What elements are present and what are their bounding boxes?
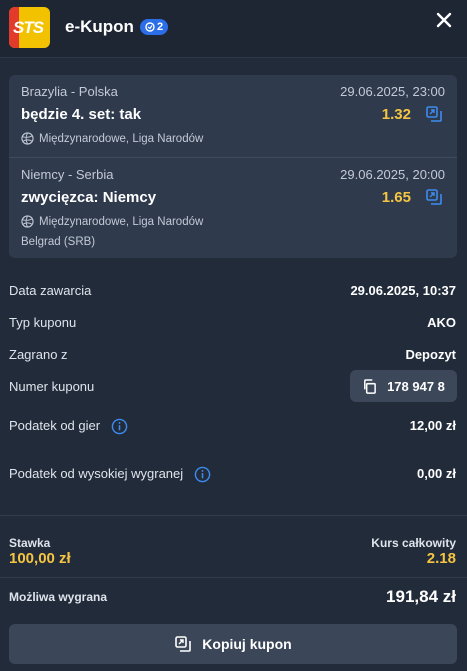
close-icon[interactable] (432, 8, 456, 32)
volleyball-icon (21, 132, 34, 145)
possible-win-value: 191,84 zł (386, 587, 456, 606)
coupon-header: STS e-Kupon 2 (0, 0, 467, 58)
possible-win-label: Możliwa wygrana (9, 590, 108, 604)
open-event-icon[interactable] (425, 188, 443, 206)
events-card: Brazylia - Polska 29.06.2025, 23:00 będz… (9, 75, 457, 258)
event-league: Międzynarodowe, Liga Narodów (21, 132, 203, 145)
copy-coupon-number-button[interactable]: 178 947 8 (350, 370, 457, 402)
event-odds: 1.65 (381, 189, 411, 206)
copy-coupon-label: Kopiuj kupon (202, 636, 292, 652)
volleyball-icon (21, 215, 34, 228)
event-teams: Brazylia - Polska (21, 84, 118, 99)
played-from-value: Depozyt (405, 347, 456, 362)
copy-coupon-button[interactable]: Kopiuj kupon (9, 624, 457, 664)
coupon-number-label: Numer kuponu (9, 379, 95, 394)
event-odds: 1.32 (381, 106, 411, 123)
logo-text: STS (13, 18, 44, 37)
event-datetime: 29.06.2025, 23:00 (340, 84, 445, 99)
game-tax-label: Podatek od gier (9, 418, 101, 433)
event-venue: Belgrad (SRB) (21, 236, 96, 248)
bet-count: 2 (157, 21, 164, 33)
event-pick: będzie 4. set: tak (21, 106, 142, 123)
info-icon[interactable] (111, 418, 128, 435)
page-title: e-Kupon (65, 17, 134, 36)
event-teams: Niemcy - Serbia (21, 167, 114, 182)
played-from-label: Zagrano z (9, 347, 68, 362)
event-league: Międzynarodowe, Liga Narodów (21, 215, 203, 228)
divider (0, 515, 467, 516)
sts-logo: STS (9, 7, 50, 48)
copy-coupon-icon (175, 636, 192, 652)
type-label: Typ kuponu (9, 315, 77, 330)
event-league-label: Międzynarodowe, Liga Narodów (39, 132, 204, 145)
divider (0, 577, 467, 578)
high-win-tax-value: 0,00 zł (416, 466, 456, 481)
copy-icon (364, 378, 376, 394)
event-pick: zwycięzca: Niemcy (21, 189, 157, 206)
game-tax-row: Podatek od gier (9, 418, 128, 435)
event-datetime: 29.06.2025, 20:00 (340, 167, 445, 182)
stake-value: 100,00 zł (9, 550, 71, 567)
info-icon[interactable] (194, 466, 211, 483)
total-odds-value: 2.18 (426, 550, 456, 567)
type-value: AKO (427, 315, 456, 330)
event-league-label: Międzynarodowe, Liga Narodów (39, 215, 204, 228)
coupon-number-value: 178 947 8 (387, 378, 445, 394)
total-odds-label: Kurs całkowity (371, 536, 456, 550)
game-tax-value: 12,00 zł (409, 418, 456, 433)
bet-count-badge: 2 (140, 19, 169, 35)
open-event-icon[interactable] (425, 105, 443, 123)
ticket-icon (145, 22, 155, 32)
stake-label: Stawka (9, 536, 51, 550)
event-item: Brazylia - Polska 29.06.2025, 23:00 będz… (9, 75, 457, 156)
date-value: 29.06.2025, 10:37 (350, 283, 456, 298)
date-label: Data zawarcia (9, 283, 92, 298)
high-win-tax-row: Podatek od wysokiej wygranej (9, 466, 211, 483)
event-item: Niemcy - Serbia 29.06.2025, 20:00 zwycię… (9, 157, 457, 258)
high-win-tax-label: Podatek od wysokiej wygranej (9, 466, 184, 481)
